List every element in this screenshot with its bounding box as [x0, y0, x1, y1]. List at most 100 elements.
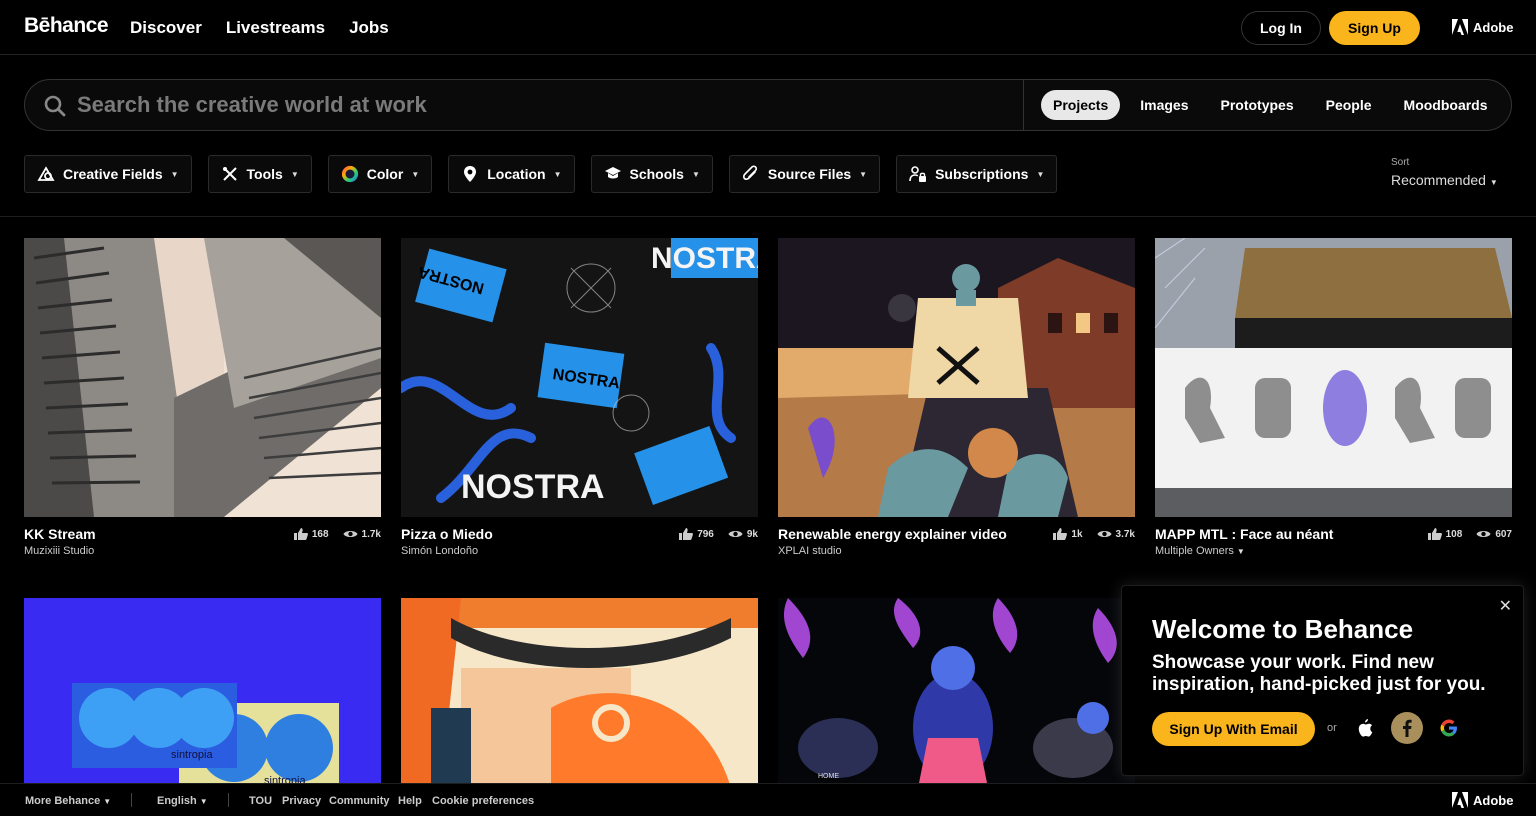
project-owner[interactable]: Multiple Owners ▼ [1155, 545, 1245, 557]
scope-tab-images[interactable]: Images [1128, 90, 1200, 120]
project-owner[interactable]: XPLAI studio [778, 545, 842, 557]
filter-bar: Creative Fields ▼ Tools ▼ Color ▼ Locati… [24, 155, 1058, 193]
sort-label: Sort [1391, 157, 1410, 168]
filter-creative-fields[interactable]: Creative Fields ▼ [24, 155, 192, 193]
tools-icon [221, 165, 239, 183]
scope-tab-projects[interactable]: Projects [1041, 90, 1121, 120]
project-card[interactable]: Renewable energy explainer video XPLAI s… [778, 238, 1135, 561]
filter-color[interactable]: Color ▼ [327, 155, 433, 193]
scope-tab-people[interactable]: People [1314, 90, 1384, 120]
project-owner[interactable]: Muzixiii Studio [24, 545, 94, 557]
filter-label: Schools [629, 166, 684, 182]
chevron-down-icon: ▼ [1236, 547, 1245, 556]
filter-label: Source Files [767, 166, 852, 182]
project-thumbnail[interactable] [401, 598, 758, 788]
chevron-down-icon: ▼ [859, 169, 868, 179]
project-card[interactable]: HOME [778, 598, 1135, 788]
filter-tools[interactable]: Tools ▼ [207, 155, 312, 193]
scope-tab-moodboards[interactable]: Moodboards [1392, 90, 1500, 120]
thumbs-up-icon [1427, 528, 1442, 540]
chevron-down-icon: ▼ [553, 169, 562, 179]
sort-dropdown[interactable]: Sort Recommended ▼ [1391, 157, 1498, 188]
adobe-link[interactable]: Adobe [1452, 19, 1513, 35]
project-card[interactable]: MAPP MTL : Face au néant Multiple Owners… [1155, 238, 1512, 561]
eye-icon [1097, 531, 1112, 537]
eye-icon [343, 531, 358, 537]
chevron-down-icon: ▼ [290, 169, 299, 179]
search-bar: Projects Images Prototypes People Moodbo… [24, 79, 1512, 131]
chevron-down-icon: ▼ [103, 797, 112, 806]
thumbs-up-icon [1053, 528, 1068, 540]
filter-source-files[interactable]: Source Files ▼ [728, 155, 881, 193]
footer-link-help[interactable]: Help [398, 795, 422, 807]
welcome-body: Showcase your work. Find new inspiration… [1152, 652, 1486, 695]
scope-tab-prototypes[interactable]: Prototypes [1209, 90, 1306, 120]
like-count: 168 [311, 528, 329, 540]
nav-discover[interactable]: Discover [130, 18, 202, 38]
nav-jobs[interactable]: Jobs [349, 18, 389, 38]
filter-label: Color [366, 166, 404, 182]
project-owner[interactable]: Simón Londoño [401, 545, 478, 557]
apple-icon [1358, 719, 1373, 737]
art-text-home: HOME [818, 773, 839, 780]
project-title[interactable]: Renewable energy explainer video [778, 526, 1007, 542]
project-title[interactable]: Pizza o Miedo [401, 526, 493, 542]
creative-fields-icon [37, 165, 55, 183]
art-text-nostra: NOSTRA [651, 242, 758, 275]
view-count: 9k [746, 528, 758, 540]
project-stats: 796 9k [679, 528, 758, 540]
search-scope-tabs: Projects Images Prototypes People Moodbo… [1041, 90, 1500, 120]
project-thumbnail[interactable] [1155, 238, 1512, 517]
project-thumbnail[interactable] [24, 238, 381, 517]
project-title[interactable]: KK Stream [24, 526, 96, 542]
main-nav: Discover Livestreams Jobs [130, 18, 389, 38]
close-icon[interactable]: ✕ [1499, 596, 1512, 616]
footer-link-cookie-preferences[interactable]: Cookie preferences [432, 795, 534, 807]
filter-divider [0, 216, 1536, 217]
footer-adobe-link[interactable]: Adobe [1452, 792, 1513, 808]
welcome-title: Welcome to Behance [1152, 614, 1414, 644]
footer-link-community[interactable]: Community [329, 795, 390, 807]
google-signin-button[interactable] [1433, 712, 1465, 744]
project-card[interactable]: KK Stream Muzixiii Studio 168 1.7k [24, 238, 381, 561]
filter-label: Subscriptions [935, 166, 1029, 182]
project-card[interactable] [401, 598, 758, 788]
language-menu[interactable]: English ▼ [157, 795, 208, 807]
more-behance-menu[interactable]: More Behance ▼ [25, 795, 111, 807]
art-text-sintropia: sintropia [171, 749, 213, 761]
filter-subscriptions[interactable]: Subscriptions ▼ [896, 155, 1058, 193]
login-button[interactable]: Log In [1241, 11, 1321, 45]
footer-divider [131, 793, 132, 807]
filter-label: Tools [246, 166, 283, 182]
filter-schools[interactable]: Schools ▼ [590, 155, 713, 193]
eye-icon [728, 531, 743, 537]
view-count: 1.7k [361, 528, 381, 540]
project-meta: Renewable energy explainer video XPLAI s… [778, 517, 1135, 561]
facebook-icon [1403, 719, 1412, 737]
signup-email-button[interactable]: Sign Up With Email [1152, 712, 1315, 746]
user-lock-icon [909, 165, 927, 183]
filter-label: Location [487, 166, 546, 182]
project-meta: KK Stream Muzixiii Studio 168 1.7k [24, 517, 381, 561]
apple-signin-button[interactable] [1349, 712, 1381, 744]
project-card[interactable]: NOSTRA NOSTRA NOSTRA NOSTRA Pizza o Mied… [401, 238, 758, 561]
facebook-signin-button[interactable] [1391, 712, 1423, 744]
project-card[interactable]: sintropia sintropia [24, 598, 381, 788]
top-bar: Bēhance Discover Livestreams Jobs Log In… [0, 0, 1536, 55]
adobe-logo-icon [1452, 792, 1468, 808]
footer-link-tou[interactable]: TOU [249, 795, 272, 807]
footer-link-privacy[interactable]: Privacy [282, 795, 321, 807]
search-input[interactable] [77, 88, 1017, 122]
project-thumbnail[interactable]: NOSTRA NOSTRA NOSTRA NOSTRA [401, 238, 758, 517]
filter-location[interactable]: Location ▼ [448, 155, 575, 193]
footer: More Behance ▼ English ▼ TOU Privacy Com… [0, 783, 1536, 816]
project-meta: Pizza o Miedo Simón Londoño 796 9k [401, 517, 758, 561]
signup-button[interactable]: Sign Up [1329, 11, 1420, 45]
behance-logo[interactable]: Bēhance [24, 14, 109, 38]
project-title[interactable]: MAPP MTL : Face au néant [1155, 526, 1333, 542]
project-thumbnail[interactable]: sintropia sintropia [24, 598, 381, 788]
nav-livestreams[interactable]: Livestreams [226, 18, 325, 38]
project-thumbnail[interactable] [778, 238, 1135, 517]
project-thumbnail[interactable]: HOME [778, 598, 1135, 788]
color-wheel-icon [341, 165, 359, 183]
